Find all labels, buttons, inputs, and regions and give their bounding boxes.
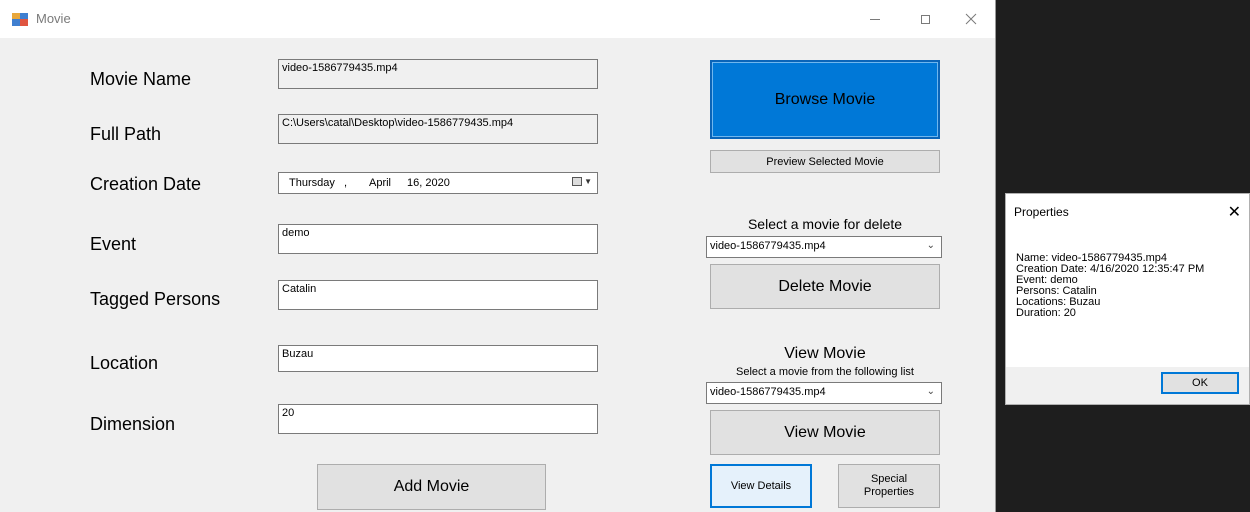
chevron-down-icon: ⌄: [926, 240, 935, 251]
event-field[interactable]: demo: [278, 224, 598, 254]
close-icon: [965, 13, 977, 25]
view-details-button[interactable]: View Details: [710, 464, 812, 508]
location-label: Location: [90, 353, 159, 373]
dialog-body: Name: video-1586779435.mp4 Creation Date…: [1006, 232, 1249, 367]
chevron-down-icon[interactable]: ▼: [584, 177, 592, 186]
view-caption: Select a movie from the following list: [736, 366, 914, 378]
dialog-line-duration: Duration: 20: [1016, 307, 1076, 319]
view-movie-select[interactable]: video-1586779435.mp4 ⌄: [706, 382, 942, 404]
event-label: Event: [90, 234, 137, 254]
full-path-field[interactable]: C:\Users\catal\Desktop\video-1586779435.…: [278, 114, 598, 144]
dimension-field[interactable]: 20: [278, 404, 598, 434]
movie-window: Movie Movie Name Full Path Creation Date…: [0, 0, 996, 512]
ok-button[interactable]: OK: [1161, 372, 1239, 394]
minimize-button[interactable]: [852, 0, 898, 38]
view-select-value: video-1586779435.mp4: [710, 386, 826, 398]
tagged-persons-label: Tagged Persons: [90, 289, 221, 309]
maximize-button[interactable]: [902, 0, 948, 38]
creation-date-picker[interactable]: Thursday , April 16, 2020 ▼: [278, 172, 598, 194]
date-separator: ,: [344, 177, 348, 189]
date-day-year: 16, 2020: [407, 177, 450, 189]
location-field[interactable]: Buzau: [278, 345, 598, 372]
delete-select-value: video-1586779435.mp4: [710, 240, 826, 252]
dialog-title-bar[interactable]: Properties ✕: [1006, 194, 1249, 232]
dialog-title: Properties: [1014, 205, 1069, 219]
special-properties-line1: Special: [870, 473, 908, 485]
movie-name-field[interactable]: video-1586779435.mp4: [278, 59, 598, 89]
delete-caption: Select a movie for delete: [747, 216, 903, 232]
view-movie-button[interactable]: View Movie: [710, 410, 940, 455]
tagged-persons-field[interactable]: Catalin: [278, 280, 598, 310]
dialog-close-icon[interactable]: ✕: [1228, 202, 1241, 222]
window-title: Movie: [36, 11, 71, 26]
title-bar[interactable]: Movie: [0, 0, 995, 38]
calendar-icon[interactable]: [572, 177, 582, 186]
creation-date-label: Creation Date: [90, 174, 202, 194]
add-movie-button[interactable]: Add Movie: [317, 464, 546, 510]
dimension-label: Dimension: [90, 414, 176, 434]
minimize-icon: [870, 18, 880, 20]
properties-dialog: Properties ✕ Name: video-1586779435.mp4 …: [1005, 193, 1250, 405]
browse-movie-button[interactable]: Browse Movie: [710, 60, 940, 139]
delete-movie-select[interactable]: video-1586779435.mp4 ⌄: [706, 236, 942, 258]
date-month: April: [369, 177, 392, 189]
special-properties-button[interactable]: Special Properties: [838, 464, 940, 508]
full-path-label: Full Path: [90, 124, 162, 144]
movie-name-label: Movie Name: [90, 69, 192, 89]
chevron-down-icon: ⌄: [926, 386, 935, 397]
close-button[interactable]: [948, 0, 994, 38]
delete-movie-button[interactable]: Delete Movie: [710, 264, 940, 309]
special-properties-line2: Properties: [863, 486, 915, 498]
app-icon: [12, 13, 28, 26]
preview-selected-movie-button[interactable]: Preview Selected Movie: [710, 150, 940, 173]
view-movie-title: View Movie: [784, 345, 866, 362]
maximize-icon: [920, 14, 930, 24]
date-weekday: Thursday: [289, 177, 335, 189]
